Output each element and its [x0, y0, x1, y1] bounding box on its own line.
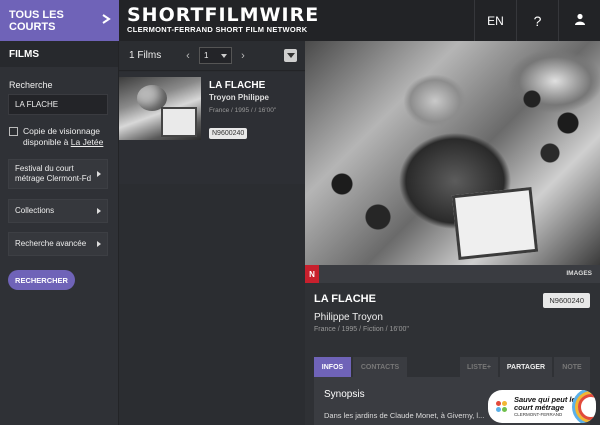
help-button[interactable]: ? [516, 0, 558, 41]
results-toolbar: 1 Films ‹ 1 › [119, 41, 305, 71]
caret-right-icon [97, 208, 101, 214]
image-bar: N IMAGES [305, 265, 600, 283]
photo-easel [451, 186, 539, 261]
caret-right-icon [97, 241, 101, 247]
chevron-right-icon [101, 14, 111, 27]
images-button[interactable]: IMAGES [566, 270, 592, 277]
item-meta: France / 1995 / / 16'00'' [209, 107, 277, 114]
checkbox-box[interactable] [9, 127, 18, 136]
search-label: Recherche [9, 80, 53, 90]
logo-sub-text: CLERMONT-FERRAND SHORT FILM NETWORK [127, 25, 337, 34]
dropdown-collections-label: Collections [15, 206, 55, 215]
dropdown-festival[interactable]: Festival du court métrage Clermont-Fd [8, 159, 108, 189]
film-code-badge: N9600240 [543, 293, 590, 308]
la-jetee-link[interactable]: La Jetée [71, 137, 104, 147]
user-account-button[interactable] [558, 0, 600, 41]
film-still-image[interactable] [305, 41, 600, 265]
viewing-copy-checkbox[interactable]: Copie de visionnage disponible à La Jeté… [9, 126, 110, 148]
next-page-button[interactable]: › [236, 50, 250, 62]
checkbox-label: Copie de visionnage disponible à La Jeté… [23, 126, 110, 148]
search-button[interactable]: RECHERCHER [8, 270, 75, 290]
language-button[interactable]: EN [474, 0, 516, 41]
logo-main-text: SHORTFILMWIRE [127, 4, 320, 26]
page-select-value: 1 [204, 51, 209, 60]
caret-down-icon [286, 53, 295, 58]
dropdown-collections[interactable]: Collections [8, 199, 108, 223]
tab-contacts[interactable]: CONTACTS [353, 357, 407, 377]
item-director: Troyon Philippe [209, 93, 270, 102]
logo-sub-prefix: CLERMONT-FERRAND [127, 25, 214, 34]
logo-sub-brand: SHORT FILM NETWORK [215, 25, 308, 34]
page-select[interactable]: 1 [199, 47, 232, 64]
colored-dots-icon [496, 400, 508, 413]
tab-note[interactable]: NOTE [554, 357, 590, 377]
synopsis-title: Synopsis [324, 389, 365, 400]
prev-page-button[interactable]: ‹ [181, 50, 195, 62]
results-count: 1 Films [129, 50, 162, 61]
dropdown-advanced-search[interactable]: Recherche avancée [8, 232, 108, 256]
sauve-qui-peut-badge[interactable]: Sauve qui peut le court métrage CLERMONT… [488, 390, 596, 423]
caret-right-icon [97, 171, 101, 177]
film-director: Philippe Troyon [314, 312, 383, 323]
top-bar: TOUS LES COURTS SHORTFILMWIRE CLERMONT-F… [0, 0, 600, 41]
shortfilmwire-logo[interactable]: SHORTFILMWIRE CLERMONT-FERRAND SHORT FIL… [127, 6, 337, 36]
filter-sidebar: FILMS Recherche Copie de visionnage disp… [0, 41, 119, 425]
all-courts-button[interactable]: TOUS LES COURTS [0, 0, 119, 41]
top-actions: EN ? [474, 0, 600, 41]
tab-listes[interactable]: LISTE+ [460, 357, 498, 377]
item-title[interactable]: LA FLACHE [209, 80, 265, 91]
dropdown-festival-label: Festival du court métrage Clermont-Fd [15, 164, 92, 183]
film-title: LA FLACHE [314, 293, 376, 305]
list-item[interactable]: LA FLACHE Troyon Philippe France / 1995 … [119, 72, 305, 184]
film-thumbnail[interactable] [119, 77, 201, 140]
detail-tabs: INFOS CONTACTS LISTE+ PARTAGER NOTE [314, 357, 590, 377]
synopsis-text: Dans les jardins de Claude Monet, à Give… [324, 411, 485, 420]
tab-infos[interactable]: INFOS [314, 357, 351, 377]
n-badge: N [305, 265, 319, 283]
photo-foliage [315, 151, 405, 261]
chevron-down-icon [221, 53, 227, 58]
sidebar-title: FILMS [0, 41, 118, 67]
results-list: 1 Films ‹ 1 › LA FLACHE Troyon Philippe … [119, 41, 305, 425]
photo-foliage [505, 51, 595, 171]
dropdown-advanced-search-label: Recherche avancée [15, 239, 87, 248]
film-meta: France / 1995 / Fiction / 16'00'' [314, 326, 410, 333]
all-courts-label: TOUS LES COURTS [9, 8, 64, 33]
sort-dropdown-button[interactable] [284, 49, 297, 62]
user-icon [574, 13, 586, 28]
tab-partager[interactable]: PARTAGER [500, 357, 552, 377]
search-input[interactable] [8, 94, 108, 115]
item-code-badge: N9600240 [209, 128, 248, 139]
film-detail: N IMAGES LA FLACHE N9600240 Philippe Tro… [305, 41, 600, 425]
